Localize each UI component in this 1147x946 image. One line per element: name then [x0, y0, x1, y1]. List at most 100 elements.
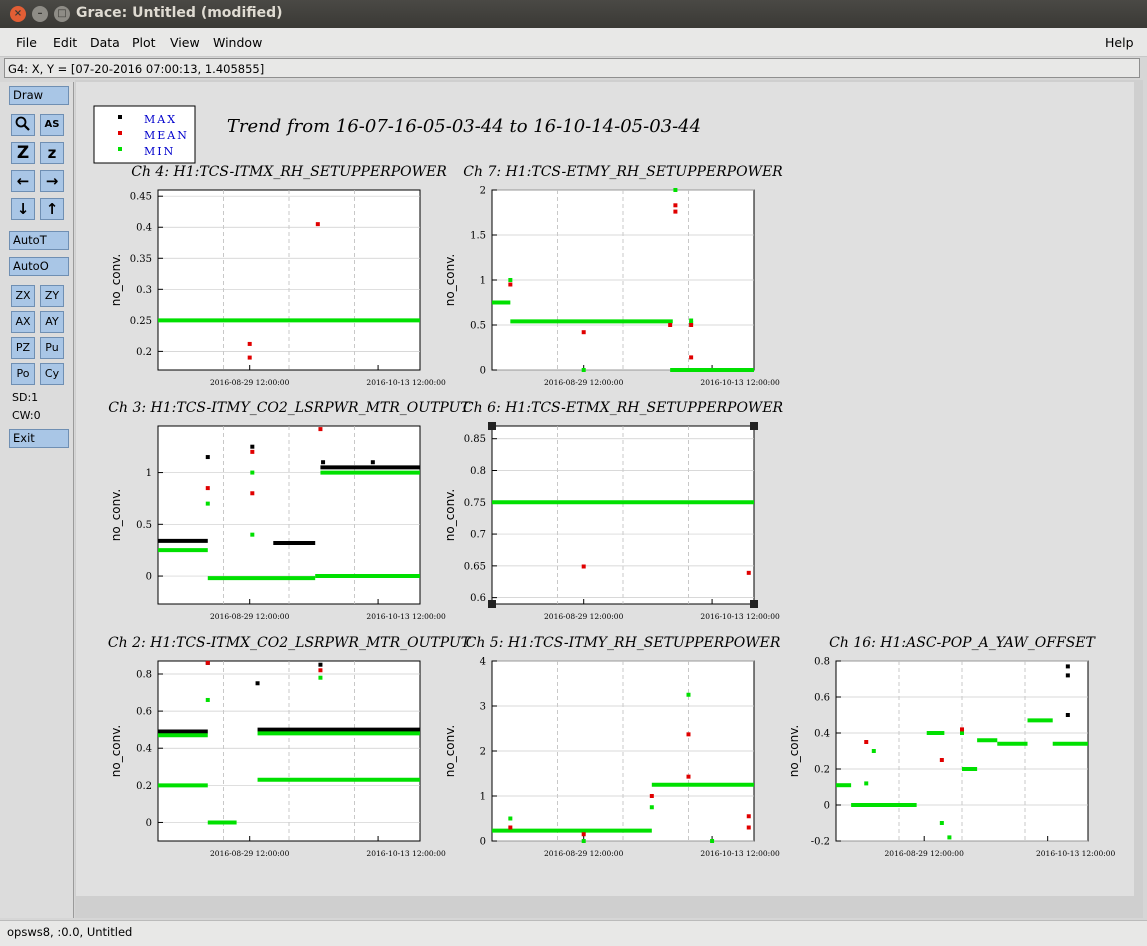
window-title: Grace: Untitled (modified)	[76, 5, 283, 21]
zoom-button[interactable]	[11, 114, 35, 136]
y-axis-label: no_conv.	[443, 725, 457, 777]
data-point-mean	[205, 486, 210, 491]
data-point-mean	[746, 825, 751, 830]
x-tick-label: 2016-08-29 12:00:00	[210, 612, 290, 621]
menu-help[interactable]: Help	[1105, 35, 1134, 50]
data-point-mean	[581, 564, 586, 569]
y-tick-label: 0.4	[814, 729, 830, 740]
y-tick-label: 0	[146, 572, 152, 583]
chart-ch6: 0.6 0.65 0.7 0.75 0.8 0.85 2016-08-29 12:00:00…	[443, 400, 784, 621]
data-point-max	[370, 460, 375, 465]
data-point-mean	[581, 330, 586, 335]
data-point-min	[508, 278, 513, 282]
x-tick-label: 2016-10-13 12:00:00	[700, 378, 780, 387]
data-point-mean	[673, 209, 678, 214]
data-point-max	[318, 662, 323, 667]
window-titlebar: × – □ Grace: Untitled (modified)	[0, 0, 1147, 28]
y-tick-label: 0.7	[470, 530, 486, 541]
chart-ch5: 0 1 2 3 4 2016-08-29 12:00:00 2016-10-13 12:00…	[443, 635, 781, 858]
y-tick-label: 0.4	[136, 223, 152, 234]
arrow-right-icon[interactable]: →	[40, 170, 64, 192]
zy-button[interactable]: ZY	[40, 285, 64, 307]
data-point-mean	[247, 341, 252, 346]
zoom-in-button[interactable]: Z	[11, 142, 35, 164]
chart-title: Ch 4: H1:TCS-ITMX_RH_SETUPPERPOWER	[131, 164, 447, 180]
menu-edit[interactable]: Edit	[53, 35, 77, 50]
minimize-button[interactable]: –	[32, 6, 48, 22]
legend-marker-max	[118, 115, 122, 119]
y-tick-label: 1.5	[470, 231, 486, 242]
y-tick-label: 0.2	[136, 347, 152, 358]
y-tick-label: 0.65	[464, 561, 486, 572]
maximize-button[interactable]: □	[54, 6, 70, 22]
sd-label: SD:1	[12, 391, 39, 404]
data-point-min	[960, 731, 964, 735]
plot-area	[157, 660, 421, 842]
data-point-min	[939, 821, 944, 825]
y-tick-label: 0.4	[136, 744, 152, 755]
data-point-min	[318, 675, 323, 680]
data-point-mean	[508, 282, 513, 287]
menu-window[interactable]: Window	[213, 35, 262, 50]
data-point-mean	[960, 727, 964, 732]
close-button[interactable]: ×	[10, 6, 26, 22]
data-point-mean	[318, 427, 323, 432]
data-point-mean	[318, 668, 323, 673]
y-tick-label: 1	[480, 792, 486, 803]
y-tick-label: 0.5	[136, 520, 152, 531]
arrow-left-icon[interactable]: ←	[11, 170, 35, 192]
data-point-mean	[939, 758, 944, 762]
data-point-max	[250, 444, 255, 449]
y-tick-label: 0.8	[136, 669, 152, 680]
y-axis-label: no_conv.	[443, 254, 457, 306]
menu-data[interactable]: Data	[90, 35, 120, 50]
drawing-canvas[interactable]: Trend from 16-07-16-05-03-44 to 16-10-14…	[76, 82, 1134, 896]
menu-view[interactable]: View	[170, 35, 200, 50]
arrow-down-icon[interactable]: ↓	[11, 198, 35, 220]
y-tick-label: 0.75	[464, 498, 486, 509]
chart-title: Ch 2: H1:TCS-ITMX_CO2_LSRPWR_MTR_OUTPUT	[108, 635, 472, 651]
magnifier-icon	[15, 116, 30, 131]
data-point-mean	[581, 832, 586, 837]
x-tick-label: 2016-10-13 12:00:00	[366, 612, 446, 621]
data-point-mean	[689, 355, 694, 360]
arrow-up-icon[interactable]: ↑	[40, 198, 64, 220]
data-point-min	[871, 749, 876, 753]
zx-button[interactable]: ZX	[11, 285, 35, 307]
exit-button[interactable]: Exit	[9, 429, 69, 448]
chart-title: Ch 7: H1:TCS-ETMY_RH_SETUPPERPOWER	[463, 164, 783, 180]
autoscale-text-button[interactable]: AS	[40, 114, 64, 136]
y-tick-label: 2	[480, 747, 486, 758]
pz-button[interactable]: PZ	[11, 337, 35, 359]
menu-file[interactable]: File	[16, 35, 37, 50]
x-tick-label: 2016-10-13 12:00:00	[700, 612, 780, 621]
figure-svg[interactable]: Trend from 16-07-16-05-03-44 to 16-10-14…	[76, 82, 1134, 896]
ax-button[interactable]: AX	[11, 311, 35, 333]
po-button[interactable]: Po	[11, 363, 35, 385]
y-tick-label: 0.25	[130, 316, 152, 327]
zoom-out-button[interactable]: z	[40, 142, 64, 164]
x-tick-label: 2016-08-29 12:00:00	[210, 378, 290, 387]
chart-title: Ch 3: H1:TCS-ITMY_CO2_LSRPWR_MTR_OUTPUT	[108, 400, 471, 416]
y-tick-label: 0.5	[470, 321, 486, 332]
ay-button[interactable]: AY	[40, 311, 64, 333]
menubar: File Edit Data Plot View Window Help	[0, 28, 1147, 57]
status-bar: opsws8, :0.0, Untitled	[0, 920, 1147, 946]
y-tick-label: 0.2	[814, 765, 830, 776]
y-axis-label: no_conv.	[443, 489, 457, 541]
legend: MAX MEAN MIN	[93, 105, 196, 164]
pu-button[interactable]: Pu	[40, 337, 64, 359]
data-point-mean	[746, 570, 751, 575]
chart-title: Ch 5: H1:TCS-ITMY_RH_SETUPPERPOWER	[466, 635, 781, 651]
draw-button[interactable]: Draw	[9, 86, 69, 105]
data-point-min	[649, 805, 654, 810]
data-point-min	[205, 501, 210, 506]
menu-plot[interactable]: Plot	[132, 35, 156, 50]
cy-button[interactable]: Cy	[40, 363, 64, 385]
autot-button[interactable]: AutoT	[9, 231, 69, 250]
chart-ch3: 0 0.5 1 2016-08-29 12:00:00 2016-10-13 12:00…	[108, 400, 471, 621]
data-point-min	[686, 692, 691, 697]
x-tick-label: 2016-10-13 12:00:00	[700, 849, 780, 858]
data-point-min	[673, 188, 678, 192]
autoo-button[interactable]: AutoO	[9, 257, 69, 276]
